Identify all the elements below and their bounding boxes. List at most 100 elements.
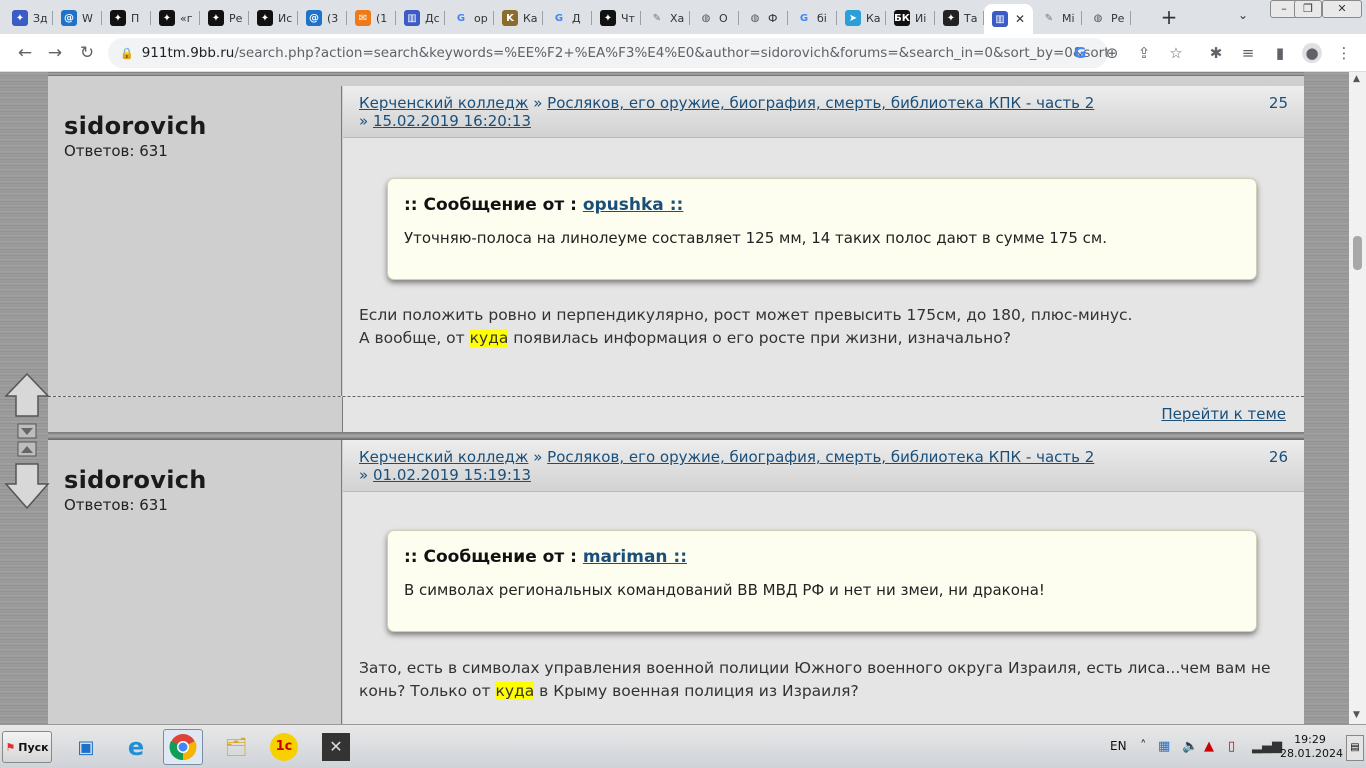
side-panel-icon[interactable]: ▮ xyxy=(1270,43,1290,63)
post-body-panel: Керченский колледж » Росляков, его оружи… xyxy=(343,86,1304,396)
post-date-link[interactable]: 15.02.2019 16:20:13 xyxy=(373,112,531,130)
forward-icon[interactable]: → xyxy=(44,42,66,64)
start-button[interactable]: ⚑ Пуск xyxy=(2,731,52,763)
tab-9[interactable]: ▥ Дс xyxy=(396,4,445,32)
tab-label: «г xyxy=(180,11,193,25)
forum-link[interactable]: Керченский колледж xyxy=(359,448,528,466)
tab-label: Ис xyxy=(278,11,293,25)
post-date-link[interactable]: 01.02.2019 15:19:13 xyxy=(373,466,531,484)
post-number: 25 xyxy=(1268,94,1288,112)
tab-label: Зд xyxy=(33,11,48,25)
scrollbar-thumb[interactable] xyxy=(1353,236,1362,270)
file-explorer-icon[interactable]: 🗂 xyxy=(216,729,256,765)
tab-21[interactable]: ▥ ✕ xyxy=(984,4,1033,34)
notification-icon[interactable]: ▤ xyxy=(1346,735,1364,761)
tab-23[interactable]: ◍ Ре xyxy=(1082,4,1131,32)
quote-prefix: :: Сообщение от : xyxy=(404,195,577,215)
page-scrollbar[interactable]: ▲ ▼ xyxy=(1349,72,1366,724)
tab-5[interactable]: ✦ Ре xyxy=(200,4,249,32)
new-tab-button[interactable]: + xyxy=(1158,6,1180,28)
tab-2[interactable]: @ W xyxy=(53,4,102,32)
tab-label: Ка xyxy=(523,11,538,25)
tab-11[interactable]: K Ка xyxy=(494,4,543,32)
extensions-icon[interactable]: ✱ xyxy=(1206,43,1226,63)
post-header: Керченский колледж » Росляков, его оружи… xyxy=(343,440,1304,492)
tab-12[interactable]: GД xyxy=(543,4,592,32)
site-icon: ✦ xyxy=(159,10,175,26)
reload-icon[interactable]: ↻ xyxy=(76,42,98,64)
internet-explorer-icon[interactable]: e xyxy=(116,729,156,765)
scroll-up-arrow-icon[interactable] xyxy=(4,372,50,417)
network-tray-icon[interactable]: ▦ xyxy=(1158,739,1170,754)
tab-14[interactable]: ✎ Ха xyxy=(641,4,690,32)
bookmark-star-icon[interactable]: ☆ xyxy=(1166,43,1186,63)
forum-link[interactable]: Керченский колледж xyxy=(359,94,528,112)
tab-separator xyxy=(1130,11,1131,25)
tab-22[interactable]: ✎ Мі xyxy=(1033,4,1082,32)
tab-19[interactable]: БК Иі xyxy=(886,4,935,32)
quote-author-link[interactable]: opushka :: xyxy=(583,195,683,215)
google-lens-icon[interactable]: G xyxy=(1070,43,1090,63)
chrome-icon xyxy=(169,734,197,761)
goto-topic-link[interactable]: Перейти к теме xyxy=(1161,405,1286,423)
profile-avatar-icon[interactable]: ● xyxy=(1302,43,1322,63)
power-icon[interactable]: ▯ xyxy=(1228,739,1235,754)
lock-icon: 🔒 xyxy=(120,46,134,60)
site-icon: ✦ xyxy=(110,10,126,26)
k-icon: K xyxy=(502,10,518,26)
volume-icon[interactable]: 🔈 xyxy=(1182,739,1198,754)
start-label: Пуск xyxy=(18,740,49,754)
telegram-icon: ➤ xyxy=(845,10,861,26)
scroll-down-arrow-icon[interactable] xyxy=(4,463,50,510)
tab-18[interactable]: ➤ Ка xyxy=(837,4,886,32)
tab-4[interactable]: ✦ «г xyxy=(151,4,200,32)
address-bar[interactable]: 🔒 911tm.9bb.ru/search.php?action=search&… xyxy=(108,38,1108,68)
topic-link[interactable]: Росляков, его оружие, биография, смерть,… xyxy=(547,94,1094,112)
back-icon[interactable]: ← xyxy=(14,42,36,64)
quote-author-link[interactable]: mariman :: xyxy=(583,547,687,567)
author-name[interactable]: sidorovich xyxy=(64,112,341,140)
language-indicator[interactable]: EN xyxy=(1110,739,1127,753)
signal-icon[interactable]: ▂▄▆ xyxy=(1252,739,1282,754)
tab-17[interactable]: Gбі xyxy=(788,4,837,32)
post-body-panel: Керченский колледж » Росляков, его оружи… xyxy=(343,440,1304,724)
system-clock[interactable]: 19:29 28.01.2024 xyxy=(1280,733,1343,761)
show-desktop-icon[interactable]: ▣ xyxy=(66,729,106,765)
tab-7[interactable]: @ (3 xyxy=(298,4,347,32)
antivirus-icon[interactable]: ▲ xyxy=(1204,739,1214,754)
tab-13[interactable]: ✦ Чт xyxy=(592,4,641,32)
tab-label: Чт xyxy=(621,11,635,25)
tab-10[interactable]: Gор xyxy=(445,4,494,32)
tab-1[interactable]: ✦ Зд xyxy=(4,4,53,32)
share-icon[interactable]: ⇪ xyxy=(1134,43,1154,63)
tab-15[interactable]: ◍ О xyxy=(690,4,739,32)
author-reply-count: Ответов: 631 xyxy=(64,142,168,160)
chat-icon: ✉ xyxy=(355,10,371,26)
tab-16[interactable]: ◍ Ф xyxy=(739,4,788,32)
author-name[interactable]: sidorovich xyxy=(64,466,341,494)
scroll-up-icon[interactable]: ▲ xyxy=(1353,74,1360,84)
chrome-taskbar-button[interactable] xyxy=(163,729,203,765)
tab-8[interactable]: ✉ (1 xyxy=(347,4,396,32)
tab-label: Иі xyxy=(915,11,927,25)
restore-button[interactable]: ❐ xyxy=(1294,0,1322,18)
zoom-icon[interactable]: ⊕ xyxy=(1102,43,1122,63)
tab-label: Та xyxy=(964,11,978,25)
close-window-button[interactable]: ✕ xyxy=(1322,0,1362,18)
book-icon: ✎ xyxy=(652,12,662,24)
menu-icon[interactable]: ⋮ xyxy=(1334,43,1354,63)
tab-6[interactable]: ✦ Ис xyxy=(249,4,298,32)
media-control-icon[interactable]: ≡ xyxy=(1238,43,1258,63)
topic-link[interactable]: Росляков, его оружие, биография, смерть,… xyxy=(547,448,1094,466)
tab-3[interactable]: ✦ П xyxy=(102,4,151,32)
web-page: sidorovich Ответов: 631 Керченский колле… xyxy=(0,72,1366,724)
scroll-down-icon[interactable]: ▼ xyxy=(1353,710,1360,720)
tools-icon[interactable]: ✕ xyxy=(316,729,356,765)
show-hidden-icons-icon[interactable]: ˄ xyxy=(1140,739,1147,754)
tab-20[interactable]: ✦ Та xyxy=(935,4,984,32)
1c-icon[interactable]: 1c xyxy=(264,729,304,765)
close-tab-icon[interactable]: ✕ xyxy=(1015,12,1025,26)
tab-label: бі xyxy=(817,11,827,25)
tab-list-chevron-icon[interactable]: ⌄ xyxy=(1238,8,1248,22)
text-segment: А вообще, от xyxy=(359,329,470,347)
